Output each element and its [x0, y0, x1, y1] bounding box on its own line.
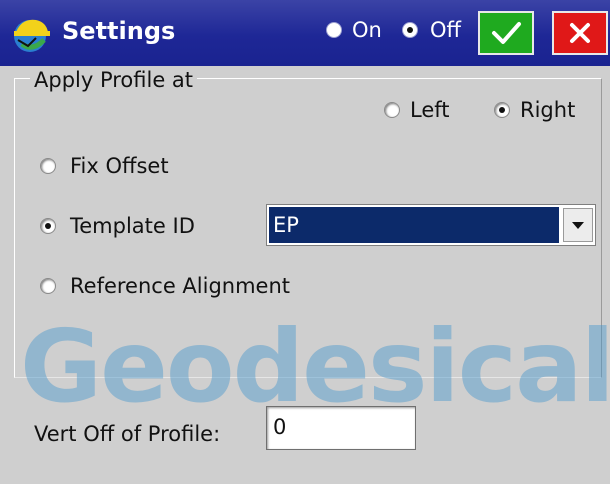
fix-offset-label: Fix Offset	[70, 154, 169, 178]
template-id-radio[interactable]	[40, 218, 56, 234]
cancel-button[interactable]	[552, 11, 608, 55]
vert-offset-input[interactable]: 0	[266, 406, 416, 450]
template-id-dropdown[interactable]: EP	[266, 204, 596, 246]
on-label: On	[352, 18, 382, 42]
settings-window: Settings On Off Apply Profile at Left Ri…	[0, 0, 610, 484]
checkmark-icon	[492, 22, 521, 44]
settings-panel: Apply Profile at Left Right Fix Offset T…	[0, 66, 610, 484]
reference-alignment-label: Reference Alignment	[70, 274, 291, 298]
close-icon	[570, 23, 590, 43]
off-radio[interactable]	[402, 22, 418, 38]
reference-alignment-radio[interactable]	[40, 278, 56, 294]
chevron-down-icon[interactable]	[563, 208, 593, 242]
title-bar: Settings On Off	[0, 0, 610, 66]
left-label: Left	[410, 98, 450, 122]
on-radio[interactable]	[326, 22, 342, 38]
group-title: Apply Profile at	[30, 68, 198, 92]
off-label: Off	[430, 18, 461, 42]
template-id-label: Template ID	[70, 214, 195, 238]
window-title: Settings	[62, 17, 176, 45]
right-label: Right	[520, 98, 576, 122]
template-id-value: EP	[269, 207, 559, 243]
left-radio[interactable]	[384, 102, 400, 118]
fix-offset-radio[interactable]	[40, 158, 56, 174]
right-radio[interactable]	[494, 102, 510, 118]
ok-button[interactable]	[478, 11, 534, 55]
helmet-app-icon	[14, 19, 50, 52]
vert-offset-label: Vert Off of Profile:	[34, 422, 221, 446]
